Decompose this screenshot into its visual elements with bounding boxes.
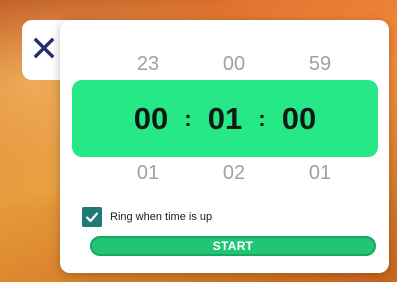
hours-below[interactable]: 01: [118, 160, 178, 186]
minutes-value[interactable]: 01: [195, 101, 255, 137]
seconds-value[interactable]: 00: [269, 101, 329, 137]
time-picker-panel: 00 : 01 : 00: [72, 80, 378, 157]
wheel-row-above: 23 00 59: [118, 51, 350, 77]
close-button[interactable]: [32, 36, 56, 60]
close-icon: [33, 37, 55, 59]
seconds-above[interactable]: 59: [290, 51, 350, 77]
ring-label: Ring when time is up: [110, 211, 213, 223]
minutes-above[interactable]: 00: [204, 51, 264, 77]
start-button[interactable]: START: [90, 236, 376, 256]
wheel-row-below: 01 02 01: [118, 160, 350, 186]
hours-above[interactable]: 23: [118, 51, 178, 77]
separator: :: [184, 105, 192, 131]
checkmark-icon: [85, 212, 99, 223]
hours-value[interactable]: 00: [121, 101, 181, 137]
ring-option: Ring when time is up: [82, 207, 212, 227]
separator: :: [258, 105, 266, 131]
minutes-below[interactable]: 02: [204, 160, 264, 186]
ring-checkbox[interactable]: [82, 207, 102, 227]
seconds-below[interactable]: 01: [290, 160, 350, 186]
